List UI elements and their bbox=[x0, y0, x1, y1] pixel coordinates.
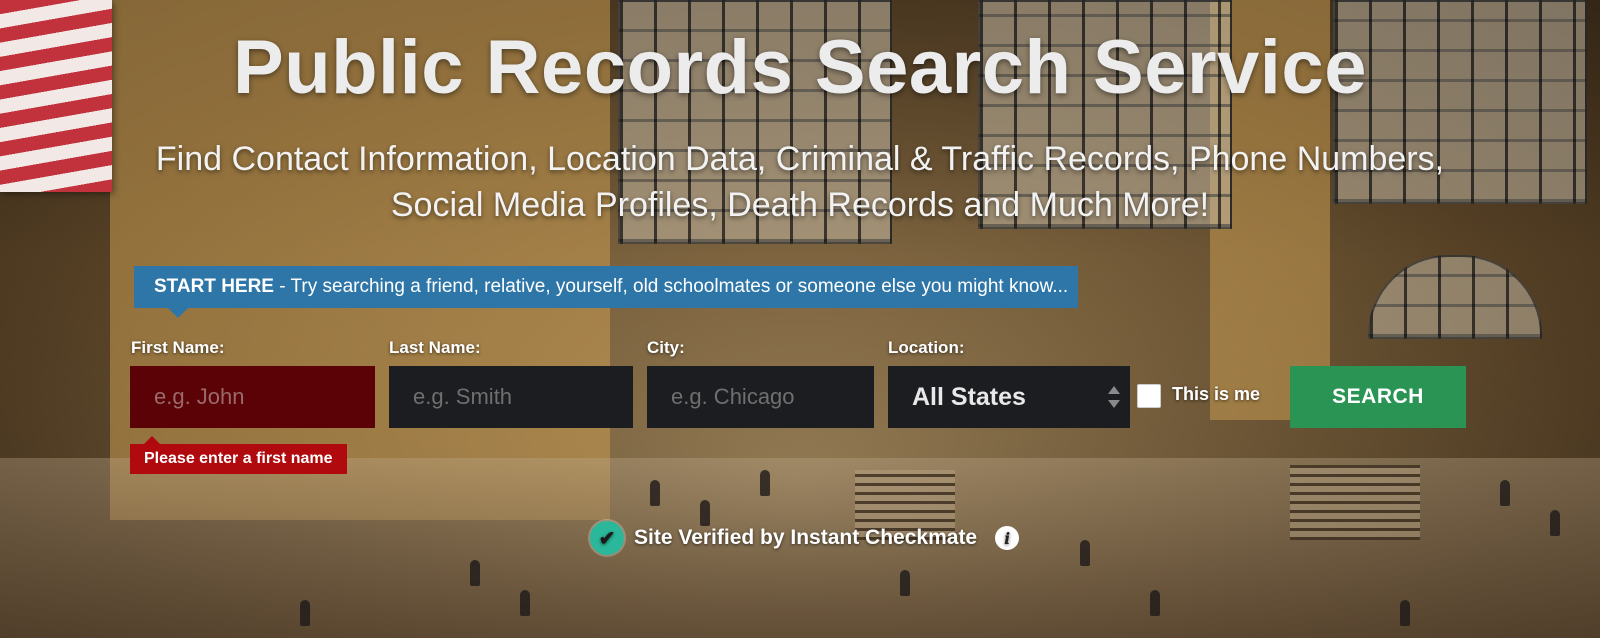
subtitle-line-1: Find Contact Information, Location Data,… bbox=[155, 140, 1445, 178]
hero-section: Public Records Search Service Find Conta… bbox=[0, 0, 1600, 638]
site-verified-badge: ✔ Site Verified by Instant Checkmate i bbox=[590, 520, 1020, 556]
this-is-me-label[interactable]: This is me bbox=[1172, 384, 1260, 405]
background-person bbox=[470, 560, 480, 586]
background-person bbox=[900, 570, 910, 596]
select-arrows-icon bbox=[1108, 384, 1120, 410]
background-stairs-right bbox=[1290, 465, 1420, 540]
background-person bbox=[1150, 590, 1160, 616]
location-select[interactable]: All States bbox=[888, 366, 1130, 428]
start-here-banner: START HERE - Try searching a friend, rel… bbox=[134, 266, 1078, 318]
subtitle-line-2: Social Media Profiles, Death Records and… bbox=[390, 186, 1210, 224]
first-name-error-tooltip: Please enter a first name bbox=[130, 436, 347, 474]
background-person bbox=[1500, 480, 1510, 506]
start-here-label: START HERE bbox=[154, 276, 274, 297]
background-person bbox=[650, 480, 660, 506]
background-person bbox=[1080, 540, 1090, 566]
start-here-text: - Try searching a friend, relative, your… bbox=[273, 276, 1069, 297]
last-name-label: Last Name: bbox=[389, 338, 481, 357]
first-name-input[interactable] bbox=[130, 366, 375, 428]
this-is-me-checkbox[interactable] bbox=[1137, 384, 1161, 408]
background-person bbox=[300, 600, 310, 626]
city-input[interactable] bbox=[647, 366, 874, 428]
location-selected-value: All States bbox=[912, 383, 1026, 411]
location-label: Location: bbox=[888, 338, 965, 357]
page-title: Public Records Search Service bbox=[233, 25, 1367, 110]
background-arch-window bbox=[1368, 255, 1542, 339]
background-person bbox=[1400, 600, 1410, 626]
first-name-label: First Name: bbox=[131, 338, 225, 357]
checkmark-icon: ✔ bbox=[590, 521, 624, 555]
search-button[interactable]: SEARCH bbox=[1290, 366, 1466, 428]
city-label: City: bbox=[647, 338, 685, 357]
last-name-input[interactable] bbox=[389, 366, 633, 428]
background-person bbox=[520, 590, 530, 616]
site-verified-text: Site Verified by Instant Checkmate bbox=[634, 526, 978, 549]
info-icon[interactable]: i bbox=[995, 526, 1020, 550]
background-person bbox=[1550, 510, 1560, 536]
page-subtitle: Find Contact Information, Location Data,… bbox=[90, 136, 1510, 228]
background-person bbox=[760, 470, 770, 496]
